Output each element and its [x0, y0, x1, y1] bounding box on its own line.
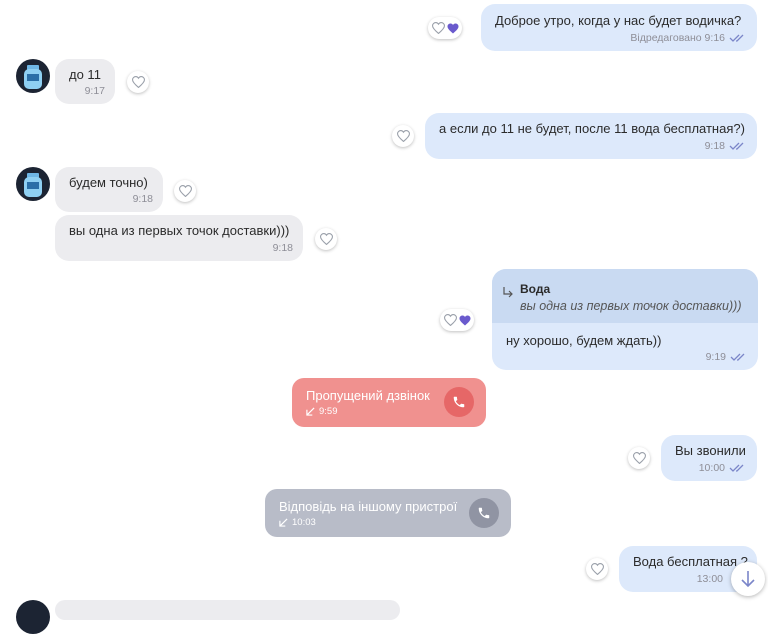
- double-check-icon: [729, 464, 744, 472]
- message-time: 9:18: [272, 242, 293, 254]
- heart-icon: [443, 314, 457, 326]
- message-text: Доброе утро, когда у нас будет водичка?: [495, 13, 742, 28]
- reaction-heart-button[interactable]: [315, 228, 337, 250]
- arrow-down-icon: [741, 571, 755, 588]
- phone-icon: [478, 507, 490, 519]
- heart-icon: [131, 76, 145, 88]
- reaction-hearts[interactable]: [428, 17, 462, 39]
- message-text: до 11: [69, 67, 101, 82]
- incoming-call-arrow-icon: [306, 407, 315, 416]
- avatar[interactable]: [16, 600, 50, 634]
- reaction-heart-button[interactable]: [127, 71, 149, 93]
- message-bubble-incoming-partial[interactable]: [55, 600, 400, 620]
- message-bubble-outgoing[interactable]: Доброе утро, когда у нас будет водичка? …: [481, 4, 757, 51]
- call-back-button[interactable]: [444, 387, 474, 417]
- double-check-icon: [730, 353, 745, 361]
- phone-icon: [453, 396, 465, 408]
- incoming-call-arrow-icon: [279, 518, 288, 527]
- message-bubble-outgoing[interactable]: а если до 11 не будет, после 11 вода бес…: [425, 113, 757, 159]
- avatar[interactable]: [16, 167, 50, 201]
- heart-icon: [632, 452, 646, 464]
- heart-icon: [590, 563, 604, 575]
- message-time: 9:18: [704, 140, 725, 152]
- message-time: Відредаговано 9:16: [630, 32, 725, 44]
- call-label: Відповідь на іншому пристрої: [279, 499, 458, 514]
- message-text: а если до 11 не будет, после 11 вода бес…: [439, 121, 745, 136]
- quoted-message[interactable]: Вода вы одна из первых точок доставки))): [492, 269, 758, 323]
- quoted-author: Вода: [520, 282, 551, 296]
- reaction-heart-button[interactable]: [392, 125, 414, 147]
- message-text: вы одна из первых точок доставки))): [69, 223, 290, 238]
- heart-filled-icon: [459, 315, 470, 325]
- heart-icon: [396, 130, 410, 142]
- call-time-row: 9:59: [306, 406, 338, 417]
- reaction-heart-button[interactable]: [174, 180, 196, 202]
- call-time: 10:03: [292, 517, 316, 528]
- message-time: 9:19: [705, 351, 726, 363]
- water-bottle-icon: [24, 65, 42, 89]
- call-time-row: 10:03: [279, 517, 316, 528]
- call-back-button[interactable]: [469, 498, 499, 528]
- heart-icon: [178, 185, 192, 197]
- reply-arrow-icon: [503, 287, 513, 298]
- message-text: будем точно): [69, 175, 148, 190]
- message-text: Вы звонили: [675, 443, 746, 458]
- avatar[interactable]: [16, 59, 50, 93]
- message-time: 13:00: [696, 573, 723, 585]
- heart-filled-icon: [447, 23, 458, 33]
- message-time: 10:00: [698, 462, 725, 474]
- reaction-hearts[interactable]: [440, 309, 474, 331]
- message-text: Вода бесплатная ?: [633, 554, 748, 569]
- call-label: Пропущений дзвінок: [306, 388, 430, 403]
- heart-icon: [431, 22, 445, 34]
- message-bubble-outgoing-reply[interactable]: Вода вы одна из первых точок доставки)))…: [492, 269, 758, 370]
- missed-call-card[interactable]: Пропущений дзвінок 9:59: [292, 378, 486, 427]
- message-text: ну хорошо, будем ждать)): [506, 333, 662, 348]
- message-time: 9:18: [132, 193, 153, 205]
- message-bubble-incoming[interactable]: будем точно) 9:18: [55, 167, 163, 212]
- scroll-to-bottom-button[interactable]: [731, 562, 765, 596]
- reaction-heart-button[interactable]: [628, 447, 650, 469]
- message-bubble-incoming[interactable]: до 11 9:17: [55, 59, 115, 104]
- double-check-icon: [729, 34, 744, 42]
- answered-elsewhere-card[interactable]: Відповідь на іншому пристрої 10:03: [265, 489, 511, 537]
- quoted-text: вы одна из первых точок доставки))): [520, 299, 742, 313]
- reaction-heart-button[interactable]: [586, 558, 608, 580]
- call-time: 9:59: [319, 406, 338, 417]
- heart-icon: [319, 233, 333, 245]
- message-bubble-outgoing[interactable]: Вы звонили 10:00: [661, 435, 757, 481]
- message-time: 9:17: [84, 85, 105, 97]
- water-bottle-icon: [24, 173, 42, 197]
- message-bubble-incoming[interactable]: вы одна из первых точок доставки))) 9:18: [55, 215, 303, 261]
- double-check-icon: [729, 142, 744, 150]
